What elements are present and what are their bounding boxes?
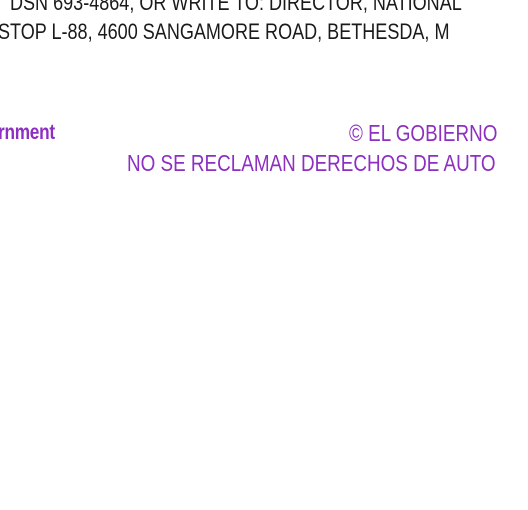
copyright-notice: © EL GOBIERNO bbox=[349, 120, 498, 146]
government-text-fragment: rnment bbox=[0, 121, 55, 144]
contact-address-line-1: DSN 693-4864, OR WRITE TO: DIRECTOR, NAT… bbox=[10, 0, 462, 15]
rights-disclaimer: NO SE RECLAMAN DERECHOS DE AUTO bbox=[127, 150, 496, 176]
contact-address-line-2: STOP L-88, 4600 SANGAMORE ROAD, BETHESDA… bbox=[0, 19, 450, 44]
